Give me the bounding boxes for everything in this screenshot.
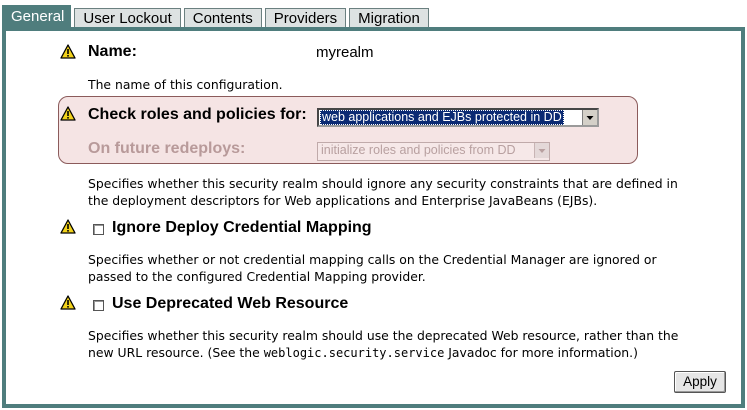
general-panel: Name: myrealm The name of this configura… [2,27,745,408]
ignore-deploy-label: Ignore Deploy Credential Mapping [112,219,372,236]
ignore-deploy-description-line1: Specifies whether or not credential mapp… [88,252,657,267]
ignore-deploy-checkbox[interactable] [93,224,104,235]
apply-button[interactable]: Apply [674,371,726,393]
chevron-down-icon [582,110,597,125]
tab-migration[interactable]: Migration [349,8,429,27]
tab-contents[interactable]: Contents [183,8,262,27]
tab-bar: General User Lockout Contents Providers … [2,5,432,27]
warning-triangle-icon [60,295,76,310]
chevron-down-icon [534,143,549,158]
check-roles-description-line1: Specifies whether this security realm sh… [88,176,678,191]
future-redeploys-select[interactable]: initialize roles and policies from DD [317,142,550,161]
deprecated-web-label: Use Deprecated Web Resource [112,295,349,312]
deprecated-web-desc-pre: new URL resource. (See the [88,345,264,360]
name-label: Name: [88,43,137,60]
name-description: The name of this configuration. [88,77,283,92]
tab-providers[interactable]: Providers [264,8,347,27]
tab-user-lockout[interactable]: User Lockout [74,8,181,27]
check-roles-label: Check roles and policies for: [88,106,307,123]
warning-triangle-icon [60,44,76,59]
warning-triangle-icon [60,106,76,121]
check-roles-select[interactable]: web applications and EJBs protected in D… [317,108,599,127]
ignore-deploy-description-line2: passed to the configured Credential Mapp… [88,269,426,284]
name-value: myrealm [316,44,374,61]
warning-triangle-icon [60,219,76,234]
check-roles-description-line2: the deployment descriptors for Web appli… [88,193,598,208]
future-redeploys-selected: initialize roles and policies from DD [321,143,516,157]
deprecated-web-checkbox[interactable] [93,300,104,311]
deprecated-web-description-line1: Specifies whether this security realm sh… [88,328,679,343]
tab-general[interactable]: General [2,5,72,27]
deprecated-web-description-line2: new URL resource. (See the weblogic.secu… [88,344,638,362]
future-redeploys-label: On future redeploys: [88,140,246,157]
deprecated-web-desc-post: Javadoc for more information.) [444,345,638,360]
deprecated-web-desc-code: weblogic.security.service [263,346,445,360]
check-roles-selected: web applications and EJBs protected in D… [320,110,564,125]
